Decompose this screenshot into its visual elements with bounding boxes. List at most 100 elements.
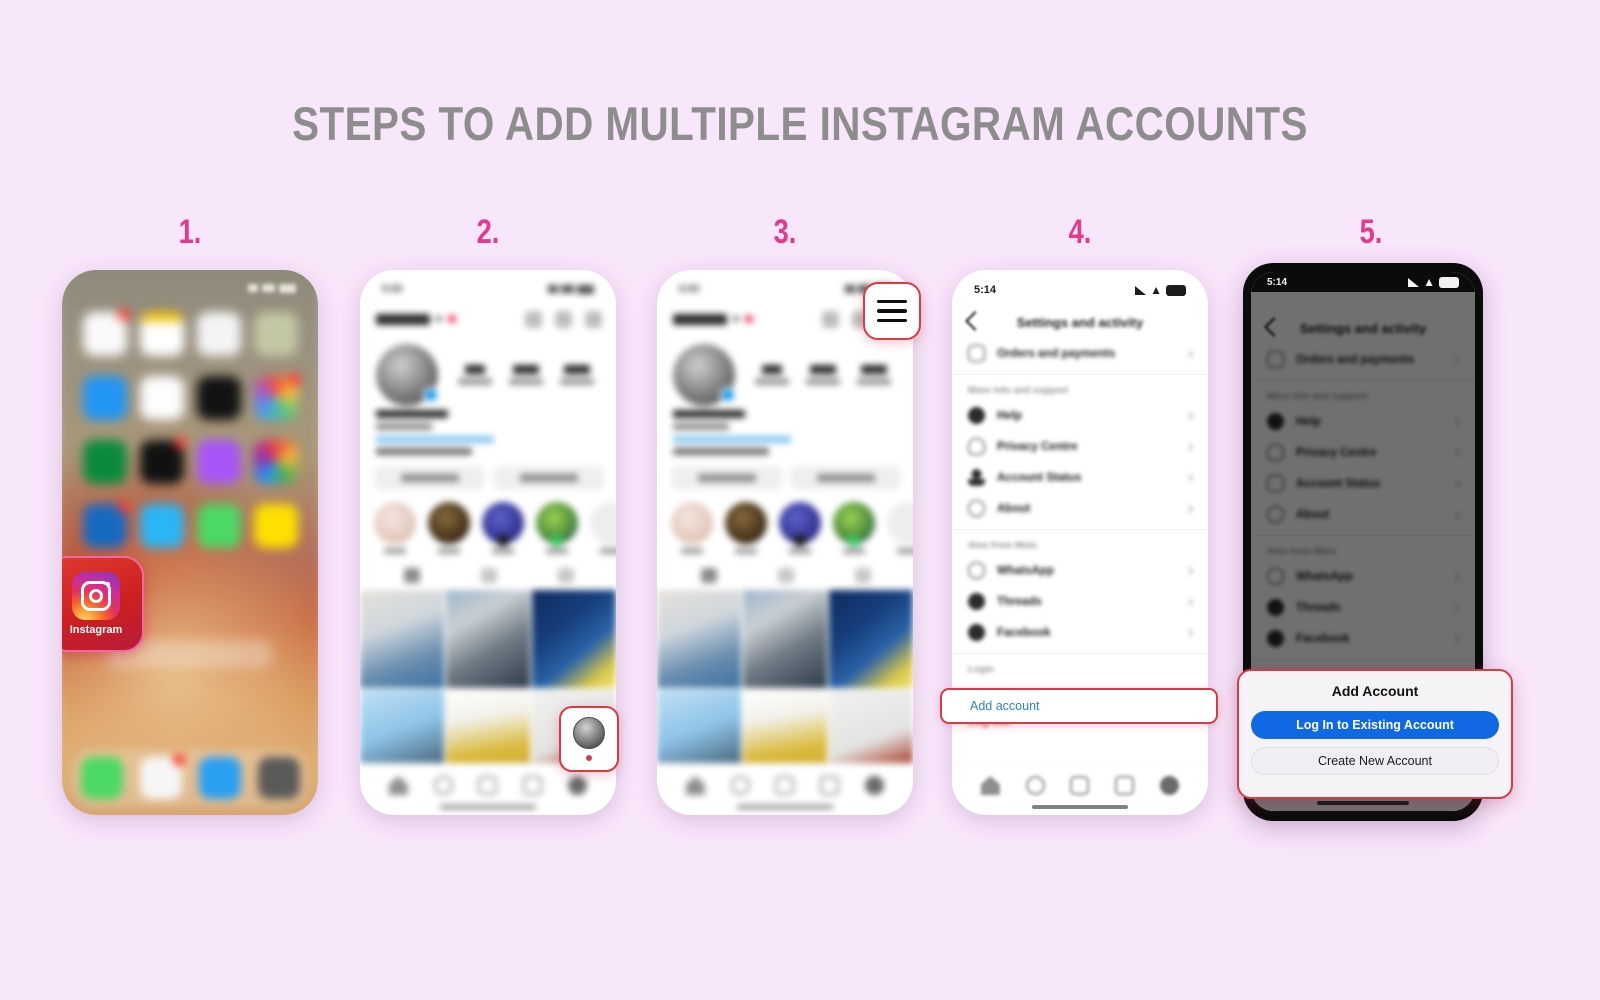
- tab-grid[interactable]: [404, 567, 421, 583]
- app-icon[interactable]: [196, 504, 241, 548]
- app-icon[interactable]: [82, 309, 130, 356]
- username-dropdown[interactable]: [673, 313, 753, 325]
- stat-posts[interactable]: [458, 365, 493, 385]
- app-icon[interactable]: [253, 504, 298, 548]
- bio-link[interactable]: [673, 436, 791, 443]
- tab-tagged[interactable]: [854, 567, 871, 583]
- profile-avatar[interactable]: [376, 344, 439, 406]
- search-icon[interactable]: [1025, 776, 1045, 795]
- stat-following[interactable]: [856, 365, 891, 385]
- tab-grid[interactable]: [701, 567, 718, 583]
- create-new-account-button[interactable]: Create New Account: [1251, 747, 1499, 775]
- create-icon[interactable]: [1070, 776, 1090, 795]
- app-icon[interactable]: [253, 373, 301, 420]
- stat-followers[interactable]: [508, 365, 543, 385]
- app-icon[interactable]: [139, 437, 187, 484]
- highlight-item[interactable]: [590, 502, 616, 554]
- log-in-existing-account-button[interactable]: Log In to Existing Account: [1251, 711, 1499, 739]
- home-icon[interactable]: [980, 776, 1000, 795]
- highlight-item[interactable]: [833, 502, 875, 554]
- post-thumbnail[interactable]: [743, 590, 827, 688]
- settings-row-whatsapp[interactable]: WhatsApp: [952, 555, 1208, 586]
- camera-app-icon[interactable]: [257, 757, 300, 799]
- threads-icon[interactable]: [525, 310, 542, 328]
- create-icon[interactable]: [478, 776, 498, 795]
- highlight-item[interactable]: [779, 502, 821, 554]
- safari-app-icon[interactable]: [198, 757, 241, 799]
- edit-profile-button[interactable]: [374, 466, 485, 490]
- highlight-item[interactable]: [725, 502, 767, 554]
- username-dropdown[interactable]: [376, 313, 456, 325]
- create-icon[interactable]: [775, 776, 795, 795]
- profile-avatar[interactable]: [673, 344, 736, 406]
- edit-profile-button[interactable]: [671, 466, 782, 490]
- app-icon[interactable]: [139, 376, 184, 420]
- settings-row-facebook[interactable]: Facebook: [952, 617, 1208, 648]
- stat-posts[interactable]: [755, 365, 790, 385]
- settings-row-account-status[interactable]: Account Status: [1251, 468, 1475, 499]
- settings-row-help[interactable]: Help: [1251, 406, 1475, 437]
- search-icon[interactable]: [433, 776, 453, 795]
- tab-tagged[interactable]: [557, 567, 574, 583]
- settings-row-threads[interactable]: Threads: [952, 586, 1208, 617]
- reels-icon[interactable]: [820, 776, 840, 795]
- tab-reels[interactable]: [777, 567, 794, 583]
- search-icon[interactable]: [730, 776, 750, 795]
- phone-app-icon[interactable]: [80, 757, 123, 799]
- settings-row-orders-and-payments[interactable]: Orders and payments: [1251, 344, 1475, 375]
- profile-avatar-icon[interactable]: [865, 776, 885, 795]
- profile-avatar-icon[interactable]: [568, 776, 588, 795]
- reels-icon[interactable]: [523, 776, 543, 795]
- highlight-item[interactable]: [536, 502, 578, 554]
- post-thumbnail[interactable]: [657, 590, 741, 688]
- app-icon[interactable]: [253, 440, 298, 484]
- share-profile-button[interactable]: [790, 466, 901, 490]
- instagram-app-highlight[interactable]: Instagram: [62, 556, 144, 652]
- share-profile-button[interactable]: [493, 466, 604, 490]
- tab-reels[interactable]: [480, 567, 497, 583]
- settings-row-about[interactable]: About: [1251, 499, 1475, 530]
- settings-row-help[interactable]: Help: [952, 400, 1208, 431]
- app-icon[interactable]: [253, 312, 298, 356]
- app-icon[interactable]: [196, 440, 241, 484]
- post-thumbnail[interactable]: [829, 590, 913, 688]
- reels-icon[interactable]: [1115, 776, 1135, 795]
- add-icon[interactable]: [555, 310, 572, 328]
- profile-avatar-highlight[interactable]: [559, 706, 619, 772]
- settings-row-facebook[interactable]: Facebook: [1251, 623, 1475, 654]
- settings-row-orders-and-payments[interactable]: Orders and payments: [952, 338, 1208, 369]
- post-thumbnail[interactable]: [446, 590, 530, 688]
- settings-row-account-status[interactable]: Account Status: [952, 462, 1208, 493]
- profile-avatar-icon[interactable]: [1160, 776, 1180, 795]
- bio-link[interactable]: [376, 436, 494, 443]
- highlight-item[interactable]: [374, 502, 416, 554]
- app-icon[interactable]: [82, 376, 127, 420]
- hamburger-menu-highlight[interactable]: [863, 282, 921, 340]
- stat-followers[interactable]: [805, 365, 840, 385]
- settings-row-privacy-centre[interactable]: Privacy Centre: [952, 431, 1208, 462]
- highlight-item[interactable]: [671, 502, 713, 554]
- settings-row-about[interactable]: About: [952, 493, 1208, 524]
- messages-app-icon[interactable]: [139, 754, 185, 799]
- app-icon[interactable]: [196, 376, 241, 420]
- highlight-item[interactable]: [887, 502, 913, 554]
- highlight-item[interactable]: [428, 502, 470, 554]
- settings-row-whatsapp[interactable]: WhatsApp: [1251, 561, 1475, 592]
- app-icon[interactable]: [196, 312, 241, 356]
- menu-icon[interactable]: [585, 310, 602, 328]
- post-thumbnail[interactable]: [532, 590, 616, 688]
- stat-following[interactable]: [559, 365, 594, 385]
- app-icon[interactable]: [82, 501, 130, 548]
- settings-row-privacy-centre[interactable]: Privacy Centre: [1251, 437, 1475, 468]
- chevron-right-icon: [1184, 442, 1194, 451]
- settings-row-threads[interactable]: Threads: [1251, 592, 1475, 623]
- app-icon[interactable]: [139, 312, 184, 356]
- app-icon[interactable]: [139, 504, 184, 548]
- home-icon[interactable]: [388, 776, 408, 795]
- post-thumbnail[interactable]: [360, 590, 444, 688]
- app-icon[interactable]: [82, 440, 127, 484]
- highlight-item[interactable]: [482, 502, 524, 554]
- home-icon[interactable]: [685, 776, 705, 795]
- add-account-highlight[interactable]: Add account: [940, 688, 1218, 724]
- threads-icon[interactable]: [822, 310, 839, 328]
